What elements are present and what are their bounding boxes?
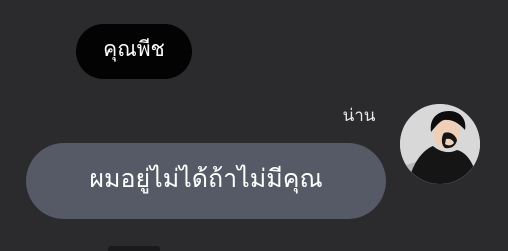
bottom-edge-strip <box>108 246 160 251</box>
avatar-photo <box>400 104 480 184</box>
sender-avatar[interactable] <box>400 104 480 184</box>
contact-name-label: คุณพีช <box>76 24 192 79</box>
message-text: ผมอยู่ไม่ได้ถ้าไม่มีคุณ <box>89 164 323 193</box>
message-status-label: น่าน <box>342 106 376 126</box>
message-bubble[interactable]: ผมอยู่ไม่ได้ถ้าไม่มีคุณ <box>26 143 386 219</box>
